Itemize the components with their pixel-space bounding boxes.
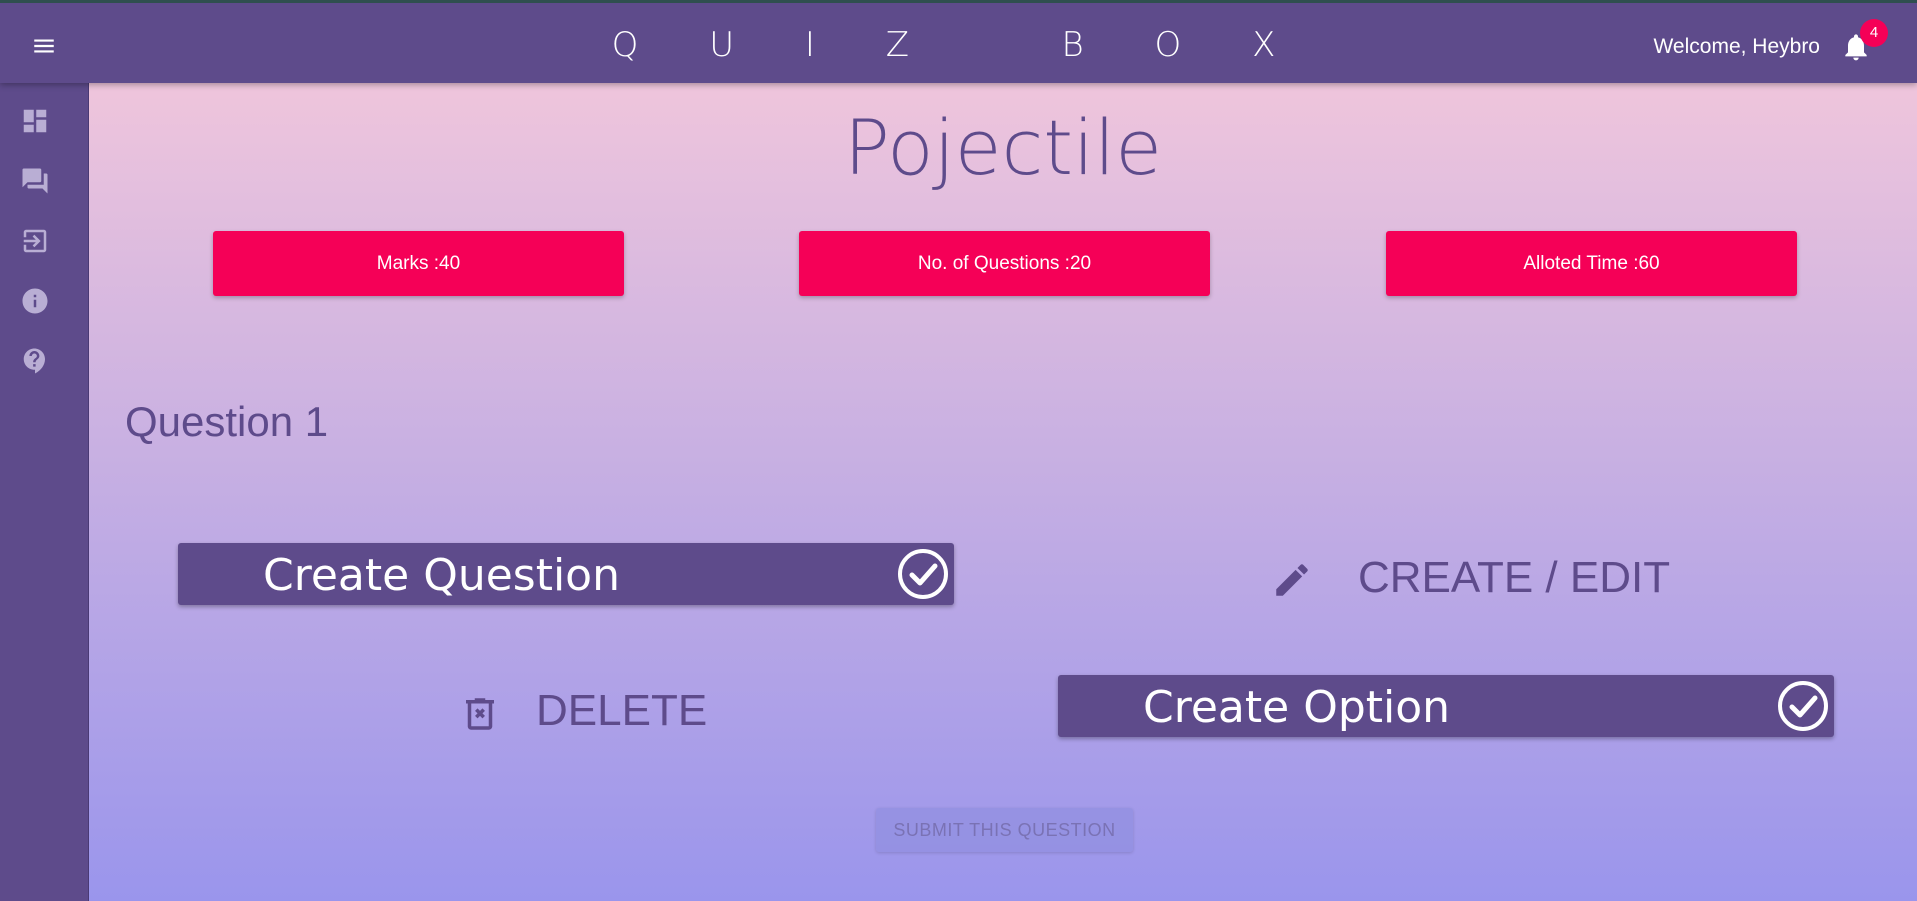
- question-label: Question 1: [125, 398, 329, 445]
- forum-icon[interactable]: [20, 166, 50, 196]
- questions-count-badge: No. of Questions :20: [799, 231, 1210, 296]
- create-option-button[interactable]: Create Option: [1058, 675, 1834, 737]
- help-icon[interactable]: [20, 346, 50, 376]
- check-circle-icon: [1778, 681, 1828, 731]
- main-content: Pojectile Marks :40 No. of Questions :20…: [89, 83, 1917, 901]
- sidebar: [0, 83, 89, 901]
- welcome-text: Welcome, Heybro: [1653, 35, 1820, 58]
- create-option-label: Create Option: [1143, 682, 1451, 733]
- dashboard-icon[interactable]: [20, 106, 50, 136]
- allotted-time-badge: Alloted Time :60: [1386, 231, 1797, 296]
- quiz-title: Pojectile: [843, 103, 1163, 192]
- marks-badge: Marks :40: [213, 231, 624, 296]
- create-edit-label: CREATE / EDIT: [1358, 553, 1671, 602]
- create-edit-button[interactable]: CREATE / EDIT: [1271, 553, 1721, 613]
- exit-icon[interactable]: [20, 226, 50, 256]
- submit-question-button[interactable]: SUBMIT THIS QUESTION: [876, 808, 1133, 852]
- top-app-bar: Q U I Z B O X Welcome, Heybro 4: [0, 0, 1917, 83]
- delete-button[interactable]: DELETE: [459, 686, 819, 746]
- pencil-icon: [1276, 564, 1308, 596]
- notification-badge: 4: [1860, 19, 1888, 47]
- delete-forever-icon: [466, 698, 494, 730]
- delete-label: DELETE: [536, 686, 708, 735]
- app-title: Q U I Z B O X: [611, 25, 1306, 65]
- create-question-label: Create Question: [263, 550, 620, 601]
- create-question-button[interactable]: Create Question: [178, 543, 954, 605]
- check-circle-icon: [898, 549, 948, 599]
- info-icon[interactable]: [20, 286, 50, 316]
